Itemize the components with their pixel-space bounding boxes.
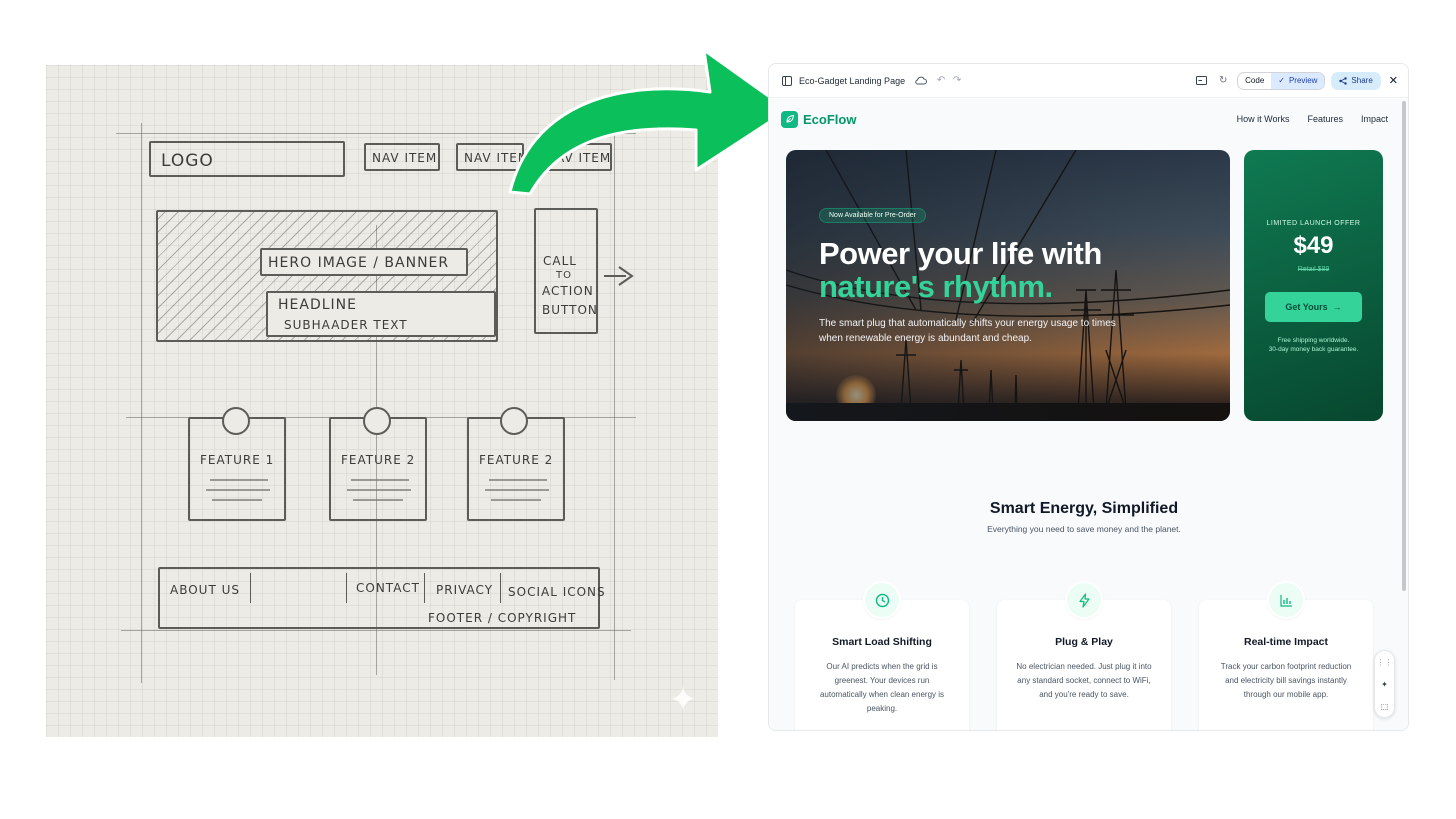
sketch-footer-link: PRIVACY — [436, 583, 494, 597]
feature-body: Our AI predicts when the grid is greenes… — [819, 662, 945, 713]
window-toolbar: Eco-Gadget Landing Page ↶ ↷ ↻ Code ✓ Prev… — [769, 64, 1408, 98]
brand-logo[interactable]: EcoFlow — [803, 112, 856, 127]
check-icon: ✓ — [1278, 76, 1285, 85]
redo-icon[interactable]: ↷ — [949, 73, 965, 89]
site-preview: EcoFlow How it Works Features Impact Now… — [769, 99, 1408, 730]
feature-card: Smart Load Shifting Our AI predicts when… — [795, 581, 969, 730]
feature-title: Real-time Impact — [1243, 636, 1329, 648]
sketch-feature-label: FEATURE 1 — [200, 453, 275, 467]
hero-banner: Now Available for Pre-Order Power your l… — [786, 150, 1230, 421]
share-label: Share — [1351, 76, 1373, 85]
offer-note-line: 30-day money back guarantee. — [1268, 346, 1359, 353]
offer-note: Free shipping worldwide. 30-day money ba… — [1244, 336, 1383, 354]
site-nav: EcoFlow How it Works Features Impact — [781, 109, 1388, 129]
feature-title: Plug & Play — [1055, 636, 1113, 648]
view-toggle: Code ✓ Preview — [1237, 71, 1326, 90]
feature-title: Smart Load Shifting — [832, 636, 932, 648]
undo-icon[interactable]: ↶ — [933, 73, 949, 89]
screen-icon[interactable] — [1193, 73, 1209, 89]
sketch-cta-line: TO — [556, 270, 572, 281]
hero-headline: Power your life with — [819, 236, 1102, 271]
offer-label: LIMITED LAUNCH OFFER — [1266, 220, 1361, 227]
transform-arrow-icon — [508, 48, 790, 196]
offer-note-line: Free shipping worldwide. — [1277, 337, 1350, 344]
sketch-feature-icon — [222, 407, 250, 435]
sketch-feature-icon — [363, 407, 391, 435]
sketch-headline: HEADLINE — [278, 297, 357, 313]
offer-retail-price: Retail $89 — [1297, 266, 1330, 273]
sketch-logo-box: LOGO — [149, 141, 345, 177]
sketch-arrow-icon — [604, 266, 634, 286]
leaf-icon — [781, 110, 798, 128]
sketch-nav-label: NAV ITEM — [372, 151, 438, 165]
offer-card: LIMITED LAUNCH OFFER $49 Retail $89 Get … — [1244, 150, 1383, 421]
arrow-right-icon: → — [1332, 302, 1342, 312]
code-tab[interactable]: Code — [1238, 73, 1271, 89]
sketch-cta-line: BUTTON — [542, 303, 598, 317]
share-button[interactable]: Share — [1331, 71, 1381, 90]
share-icon — [1339, 76, 1348, 85]
preview-tab[interactable]: ✓ Preview — [1271, 72, 1325, 89]
drag-handle-icon[interactable]: ⋮⋮ — [1377, 658, 1393, 667]
get-yours-button[interactable]: Get Yours → — [1265, 292, 1362, 322]
sketch-feature-icon — [500, 407, 528, 435]
window-title: Eco-Gadget Landing Page — [799, 75, 906, 86]
sketch-feature-label: FEATURE 2 — [341, 453, 416, 467]
sketch-footer-box: ABOUT US CONTACT PRIVACY SOCIAL ICONS FO… — [158, 567, 605, 629]
feature-body: No electrician needed. Just plug it into… — [1016, 662, 1152, 699]
get-yours-label: Get Yours — [1285, 302, 1328, 312]
scrollbar[interactable] — [1402, 101, 1406, 591]
sketch-hero-label: HERO IMAGE / BANNER — [268, 255, 450, 271]
offer-price: $49 — [1293, 232, 1334, 259]
preorder-badge: Now Available for Pre-Order — [819, 208, 927, 223]
sketch-footer-link: ABOUT US — [170, 583, 241, 597]
section-title: Smart Energy, Simplified — [989, 500, 1179, 517]
preview-label: Preview — [1288, 76, 1318, 85]
section-subtitle: Everything you need to save money and th… — [987, 524, 1181, 534]
sketch-headline-box: HEADLINE SUBHAADER TEXT — [266, 291, 496, 337]
sketch-logo-label: LOGO — [161, 151, 214, 171]
sketch-feature-label: FEATURE 2 — [479, 453, 554, 467]
bar-chart-icon — [1267, 581, 1305, 619]
sketch-footer-link: SOCIAL ICONS — [508, 585, 606, 599]
preview-window: Eco-Gadget Landing Page ↶ ↷ ↻ Code ✓ Prev… — [768, 63, 1409, 731]
layout-icon[interactable] — [779, 73, 795, 89]
hero-headline-accent: nature's rhythm. — [819, 269, 1053, 304]
refresh-icon[interactable]: ↻ — [1215, 73, 1231, 89]
sketch-nav-item: NAV ITEM — [364, 143, 440, 171]
lightning-icon — [1065, 581, 1103, 619]
magic-icon[interactable]: ✦ — [1381, 680, 1388, 689]
hero-subtext: The smart plug that automatically shifts… — [819, 318, 1116, 344]
close-icon[interactable]: ✕ — [1389, 74, 1398, 87]
sketch-hero-label-box: HERO IMAGE / BANNER — [260, 248, 468, 276]
sketch-subheader: SUBHAADER TEXT — [284, 318, 408, 332]
floating-toolbar: ⋮⋮ ✦ ⬚ — [1374, 650, 1395, 718]
feature-body: Track your carbon footprint reduction an… — [1220, 662, 1352, 699]
sketch-cta-box: CALL TO ACTION BUTTON — [534, 208, 598, 334]
sketch-footer-link: CONTACT — [356, 581, 420, 595]
feature-card: Real-time Impact Track your carbon footp… — [1199, 581, 1373, 730]
select-icon[interactable]: ⬚ — [1381, 702, 1389, 711]
sparkle-icon: ✦ — [668, 681, 698, 719]
nav-link-impact[interactable]: Impact — [1361, 114, 1388, 124]
sketch-cta-line: ACTION — [542, 284, 594, 298]
nav-link-features[interactable]: Features — [1307, 114, 1343, 124]
clock-icon — [863, 581, 901, 619]
feature-card: Plug & Play No electrician needed. Just … — [997, 581, 1171, 730]
nav-link-how-it-works[interactable]: How it Works — [1237, 114, 1290, 124]
cloud-icon[interactable] — [913, 73, 929, 89]
sketch-footer-copyright: FOOTER / COPYRIGHT — [428, 611, 577, 625]
sketch-cta-line: CALL — [543, 254, 577, 268]
